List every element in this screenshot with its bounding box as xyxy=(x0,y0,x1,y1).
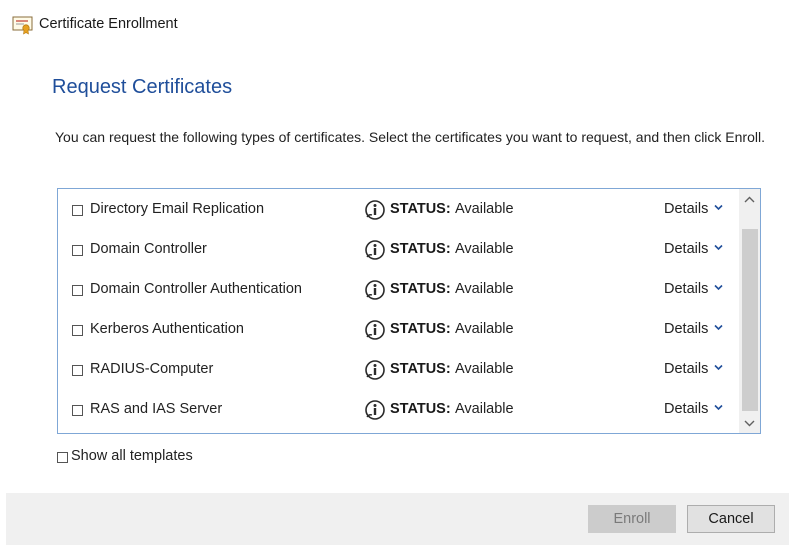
enroll-button[interactable]: Enroll xyxy=(588,505,676,533)
info-icon xyxy=(365,200,385,220)
certificate-row: Domain Controller Authentication STATUS:… xyxy=(58,270,738,310)
certificate-checkbox[interactable] xyxy=(72,405,83,416)
status-label: STATUS: xyxy=(390,401,451,417)
certificate-name: Domain Controller xyxy=(90,241,207,257)
status-value: Available xyxy=(455,241,514,257)
certificate-row: Kerberos Authentication STATUS: Availabl… xyxy=(58,310,738,350)
status-label: STATUS: xyxy=(390,361,451,377)
certificate-row: Domain Controller STATUS: Available Deta… xyxy=(58,230,738,270)
certificate-checkbox[interactable] xyxy=(72,285,83,296)
chevron-down-icon[interactable] xyxy=(714,324,723,331)
certificate-checkbox[interactable] xyxy=(72,325,83,336)
certificate-name: Kerberos Authentication xyxy=(90,321,244,337)
certificate-checkbox[interactable] xyxy=(72,245,83,256)
certificate-icon xyxy=(12,16,33,35)
details-link[interactable]: Details xyxy=(664,241,708,257)
chevron-down-icon[interactable] xyxy=(714,244,723,251)
certificate-checkbox[interactable] xyxy=(72,205,83,216)
status-value: Available xyxy=(455,401,514,417)
instructions-text: You can request the following types of c… xyxy=(55,129,765,145)
info-icon xyxy=(365,360,385,380)
details-link[interactable]: Details xyxy=(664,401,708,417)
status-label: STATUS: xyxy=(390,281,451,297)
cancel-button[interactable]: Cancel xyxy=(687,505,775,533)
certificate-name: RAS and IAS Server xyxy=(90,401,223,417)
status-value: Available xyxy=(455,361,514,377)
scrollbar-thumb[interactable] xyxy=(742,229,758,411)
details-link[interactable]: Details xyxy=(664,281,708,297)
certificate-row: Directory Email Replication STATUS: Avai… xyxy=(58,190,738,230)
show-all-templates-checkbox[interactable] xyxy=(57,452,68,463)
details-link[interactable]: Details xyxy=(664,321,708,337)
certificate-list: Directory Email Replication STATUS: Avai… xyxy=(57,188,761,434)
status-label: STATUS: xyxy=(390,201,451,217)
window-title: Certificate Enrollment xyxy=(39,16,178,32)
certificate-name: RADIUS-Computer xyxy=(90,361,214,377)
status-label: STATUS: xyxy=(390,241,451,257)
scroll-down-icon[interactable] xyxy=(744,420,755,427)
certificate-row: RAS and IAS Server STATUS: Available Det… xyxy=(58,390,738,430)
page-title: Request Certificates xyxy=(52,76,233,98)
status-label: STATUS: xyxy=(390,321,451,337)
info-icon xyxy=(365,320,385,340)
status-value: Available xyxy=(455,281,514,297)
show-all-templates-label[interactable]: Show all templates xyxy=(71,448,193,464)
chevron-down-icon[interactable] xyxy=(714,284,723,291)
certificate-row: RADIUS-Computer STATUS: Available Detail… xyxy=(58,350,738,390)
vertical-scrollbar[interactable] xyxy=(739,189,760,433)
info-icon xyxy=(365,280,385,300)
certificate-name: Directory Email Replication xyxy=(90,201,265,217)
scroll-up-icon[interactable] xyxy=(744,196,755,203)
status-value: Available xyxy=(455,321,514,337)
info-icon xyxy=(365,240,385,260)
info-icon xyxy=(365,400,385,420)
certificate-name: Domain Controller Authentication xyxy=(90,281,302,297)
status-value: Available xyxy=(455,201,514,217)
chevron-down-icon[interactable] xyxy=(714,204,723,211)
details-link[interactable]: Details xyxy=(664,361,708,377)
title-bar: Certificate Enrollment xyxy=(0,0,809,48)
chevron-down-icon[interactable] xyxy=(714,364,723,371)
certificate-checkbox[interactable] xyxy=(72,365,83,376)
chevron-down-icon[interactable] xyxy=(714,404,723,411)
details-link[interactable]: Details xyxy=(664,201,708,217)
dialog-footer: Enroll Cancel xyxy=(6,493,789,545)
